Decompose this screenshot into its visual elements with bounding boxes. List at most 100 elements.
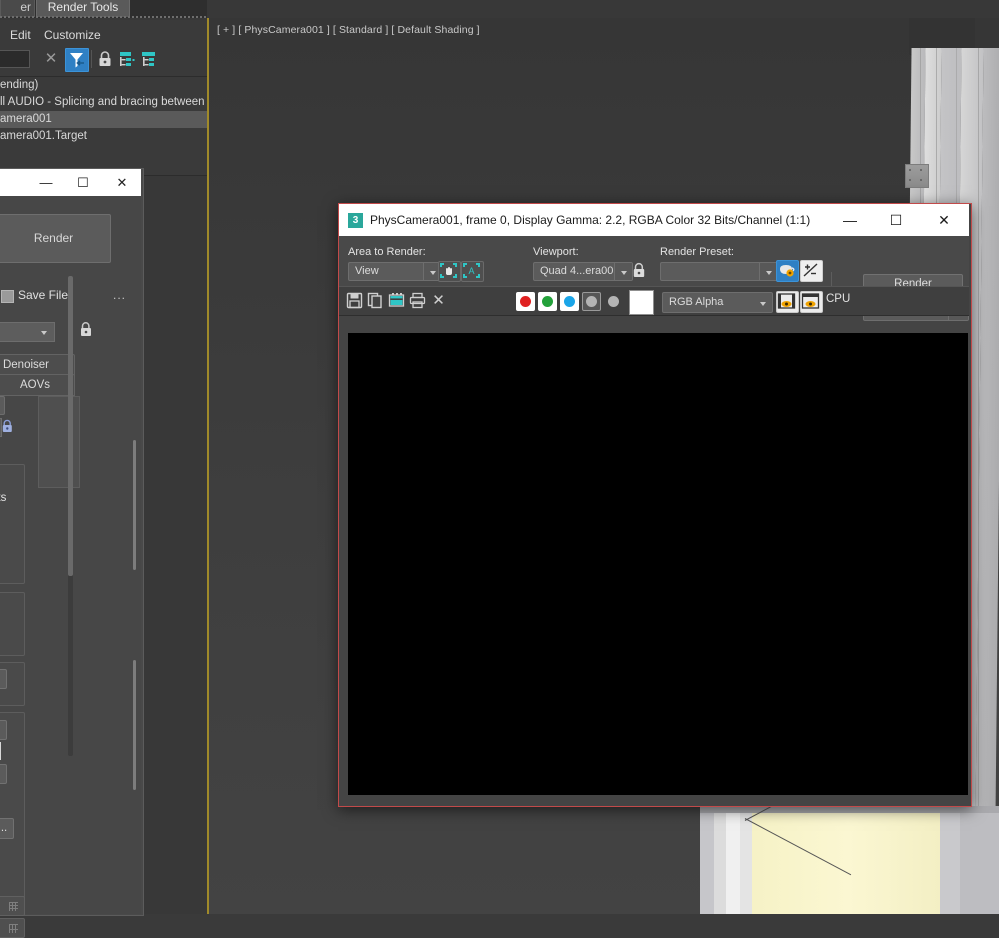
collapse-all-icon[interactable] [141, 50, 159, 68]
output-size-group: 800x600 ct: 1.0 [0, 396, 31, 442]
rollout-header[interactable] [0, 918, 25, 938]
output-resolution-button[interactable]: 800x600 [0, 396, 5, 415]
green-channel-swatch [542, 296, 553, 307]
clear-image-icon[interactable]: ✕ [430, 292, 447, 309]
viewport-panel-top-edge [700, 806, 999, 813]
toolbar-drag-handle[interactable] [0, 16, 207, 18]
render-window-titlebar[interactable]: 3 PhysCamera001, frame 0, Display Gamma:… [339, 204, 969, 236]
geometry-bracket-hole [920, 169, 922, 171]
scene-explorer-menubar: Edit Customize [0, 26, 207, 46]
render-preset-select[interactable] [660, 262, 778, 281]
geometry-bracket-hole [920, 179, 922, 181]
tab-render-tools[interactable]: Render Tools [36, 0, 130, 17]
filter-icon[interactable] [65, 48, 89, 72]
geometry-bracket-hole [909, 169, 911, 171]
rendered-frame-window[interactable]: 3 PhysCamera001, frame 0, Display Gamma:… [338, 203, 972, 807]
clear-search-icon[interactable]: ✕ [41, 48, 61, 70]
chevron-down-icon[interactable] [753, 293, 772, 312]
save-file-checkbox[interactable] [1, 290, 14, 303]
app-top-strip: er Render Tools [0, 0, 207, 18]
lock-icon[interactable] [96, 49, 114, 69]
maximize-button[interactable]: ☐ [873, 204, 919, 236]
lock-icon[interactable] [78, 320, 94, 340]
print-image-icon[interactable] [409, 292, 426, 309]
render-setup-titlebar[interactable]: — ☐ ✕ [0, 169, 141, 196]
viewport-panel-edge [740, 812, 752, 914]
close-button[interactable]: ✕ [105, 169, 139, 196]
render-button[interactable]: Render [0, 214, 111, 263]
aspect-lock-icon[interactable] [0, 418, 15, 435]
alpha-channel-button[interactable] [582, 292, 601, 311]
exposure-control-icon[interactable] [800, 260, 823, 282]
list-item[interactable]: ll AUDIO - Splicing and bracing between … [0, 94, 207, 111]
advanced-lighting-panel [0, 592, 25, 656]
menu-edit[interactable]: Edit [10, 28, 31, 42]
render-window-toolbar-primary: Area to Render: View A Viewport: Quad 4.… [339, 236, 969, 321]
browse-button[interactable]: ... [113, 288, 126, 302]
search-input[interactable] [0, 50, 30, 68]
tab-aovs[interactable]: AOVs [0, 374, 75, 396]
create-now-button[interactable]: Create Now [0, 764, 7, 784]
tab-render-partial[interactable]: er [0, 0, 35, 17]
blue-channel-swatch [564, 296, 575, 307]
red-channel-swatch [520, 296, 531, 307]
render-setup-dialog[interactable]: — ☐ ✕ Render Save File ... Denoiser Syst… [0, 168, 144, 938]
list-item[interactable]: ending) [0, 77, 207, 94]
minimize-button[interactable]: — [827, 204, 873, 236]
viewport-panel-edge [960, 812, 999, 914]
viewport-lock-icon[interactable] [630, 260, 648, 280]
auto-region-selected-icon[interactable]: A [461, 261, 484, 282]
chevron-down-icon[interactable] [759, 263, 777, 280]
background-color-swatch[interactable] [629, 290, 654, 315]
scene-explorer-panel[interactable]: Edit Customize ✕ ending) ll AUDIO - Spli… [0, 20, 207, 176]
scene-explorer-list[interactable]: ending) ll AUDIO - Splicing and bracing … [0, 76, 207, 176]
devices-button[interactable]: Devices... [0, 818, 14, 839]
clone-rendered-frame-icon[interactable] [388, 292, 405, 309]
output-path-dropdown[interactable] [0, 322, 55, 342]
minimize-button[interactable]: — [29, 169, 63, 196]
files-button[interactable]: Files... [0, 720, 7, 740]
render-window-title: PhysCamera001, frame 0, Display Gamma: 2… [370, 213, 811, 227]
panel-scroll-sliver[interactable] [133, 440, 136, 570]
rendered-image-canvas[interactable] [348, 333, 968, 795]
save-image-icon[interactable] [346, 292, 363, 309]
alpha-channel-swatch [586, 296, 597, 307]
geometry-seam [978, 48, 979, 914]
menu-customize[interactable]: Customize [44, 28, 101, 42]
scene-explorer-toolbar: ✕ [0, 48, 207, 74]
panel-scroll-sliver[interactable] [133, 660, 136, 790]
expand-all-icon[interactable] [118, 50, 136, 68]
rollout-header[interactable] [0, 896, 25, 916]
pan-region-icon[interactable] [438, 261, 461, 282]
viewport-select-value: Quad 4...era001 [540, 265, 620, 277]
options-panel [0, 464, 25, 584]
monochrome-button[interactable] [604, 292, 623, 311]
green-channel-button[interactable] [538, 292, 557, 311]
close-button[interactable]: ✕ [921, 204, 967, 236]
list-item[interactable]: amera001 [0, 111, 207, 128]
render-setup-teapot-icon[interactable] [776, 260, 799, 282]
area-to-render-select[interactable]: View [348, 262, 442, 281]
grip-icon [9, 924, 18, 933]
viewport-select[interactable]: Quad 4...era001 [533, 262, 633, 281]
copy-image-icon[interactable] [367, 292, 384, 309]
channel-select-value: RGB Alpha [669, 296, 724, 308]
viewport-panel-edge [714, 812, 726, 914]
device-label: CPU [826, 293, 851, 305]
blue-channel-button[interactable] [560, 292, 579, 311]
list-item[interactable]: amera001.Target [0, 128, 207, 145]
red-channel-button[interactable] [516, 292, 535, 311]
toolbar-divider [91, 50, 92, 68]
duplicate-render-icon[interactable] [800, 291, 823, 313]
channel-select[interactable]: RGB Alpha [662, 292, 773, 313]
area-to-render-label: Area to Render: [348, 246, 426, 258]
output-filename-field[interactable] [0, 742, 1, 760]
setup-button[interactable]: Setup... [0, 669, 7, 689]
tab-denoiser[interactable]: Denoiser [0, 354, 75, 376]
maximize-button[interactable]: ☐ [66, 169, 100, 196]
toggle-ui-overlays-icon[interactable] [776, 291, 799, 313]
render-setup-scrollbar[interactable] [68, 276, 73, 756]
area-to-render-value: View [355, 265, 379, 277]
scrollbar-thumb[interactable] [68, 276, 73, 576]
render-preset-label: Render Preset: [660, 246, 734, 258]
